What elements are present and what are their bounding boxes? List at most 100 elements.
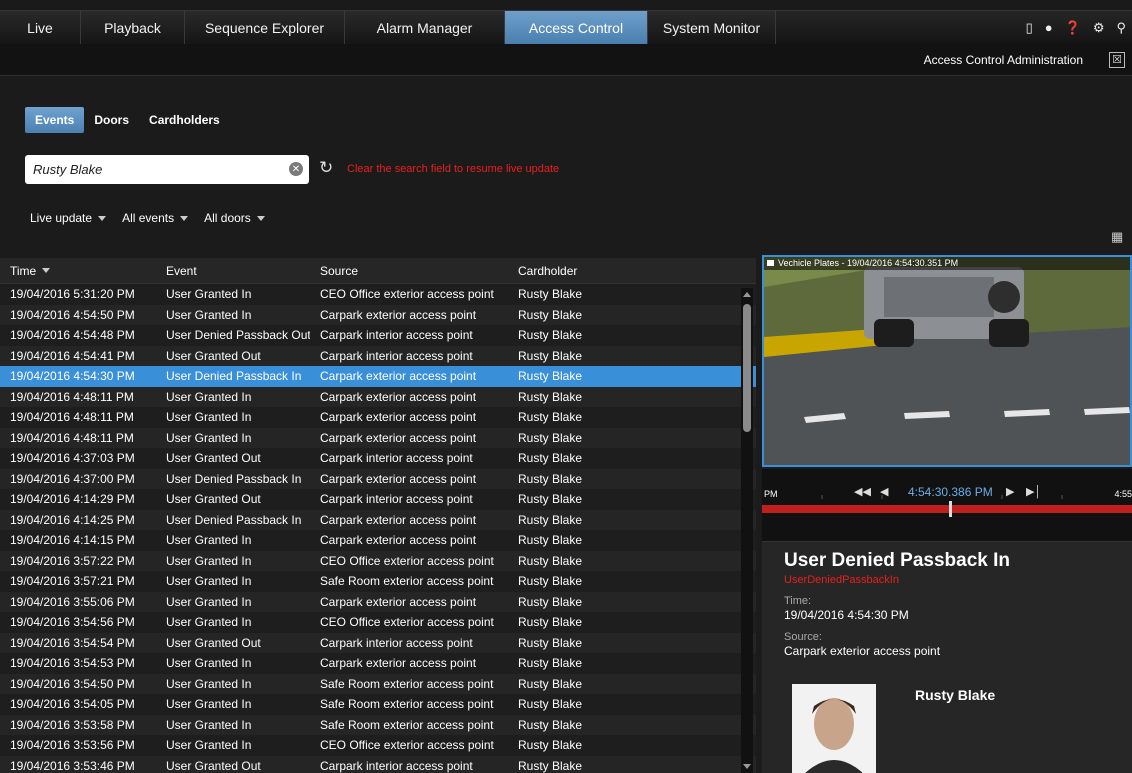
cell-cardholder: Rusty Blake [518,307,583,322]
recording-bar[interactable] [762,505,1132,513]
subtab-doors[interactable]: Doors [84,107,139,133]
table-row[interactable]: 19/04/2016 3:57:21 PM User Granted In Safe… [0,571,756,592]
cell-cardholder: Rusty Blake [518,615,583,630]
pin-icon[interactable]: ● [1045,20,1053,35]
cell-event: User Granted Out [166,492,261,507]
table-row[interactable]: 19/04/2016 3:57:22 PM User Granted In CEO … [0,550,756,571]
cell-cardholder: Rusty Blake [518,328,583,343]
time-label: Time: [784,595,812,607]
table-row[interactable]: 19/04/2016 4:14:25 PM User Denied Passbac… [0,509,756,530]
layout-icon[interactable]: ▦ [1111,229,1123,245]
cell-time: 19/04/2016 4:54:41 PM [10,348,135,363]
play-icon[interactable]: ▶ [1006,485,1014,498]
table-row[interactable]: 19/04/2016 4:54:41 PM User Granted Out Car… [0,345,756,366]
table-row[interactable]: 19/04/2016 3:55:06 PM User Granted In Carp… [0,591,756,612]
table-row[interactable]: 19/04/2016 3:54:53 PM User Granted In Carp… [0,653,756,674]
scroll-up-icon[interactable] [743,292,751,297]
cell-cardholder: Rusty Blake [518,676,583,691]
gear-icon[interactable]: ⚙ [1093,20,1105,36]
cell-event: User Granted In [166,676,252,691]
details-panel: Vechicle Plates - 19/04/2016 4:54:30.351… [762,255,1132,773]
doors-dropdown[interactable]: All doors [204,211,265,225]
camera-icon [767,260,774,266]
source-label: Source: [784,631,822,643]
table-row[interactable]: 19/04/2016 3:54:54 PM User Granted Out Car… [0,632,756,653]
table-row[interactable]: 19/04/2016 4:54:48 PM User Denied Passbac… [0,325,756,346]
filter-bar: Live update All events All doors [30,211,265,225]
cell-source: CEO Office exterior access point [320,287,494,302]
table-row[interactable]: 19/04/2016 4:48:11 PM User Granted In Carp… [0,386,756,407]
tab-live[interactable]: Live [0,10,81,44]
playback-timeline[interactable]: PM ◀◀ ◀ 4:54:30.386 PM ▶ ▶│ 4:55 [762,469,1132,541]
cell-event: User Granted In [166,553,252,568]
refresh-icon[interactable]: ↻ [319,158,333,178]
table-row[interactable]: 19/04/2016 3:53:58 PM User Granted In Safe… [0,714,756,735]
subtab-events[interactable]: Events [25,107,85,133]
cell-time: 19/04/2016 4:37:00 PM [10,471,135,486]
cell-cardholder: Rusty Blake [518,410,583,425]
subtab-cardholders[interactable]: Cardholders [139,107,230,133]
video-preview[interactable]: Vechicle Plates - 19/04/2016 4:54:30.351… [762,255,1132,467]
column-source[interactable]: Source [310,264,508,278]
cell-event: User Granted In [166,656,252,671]
table-row[interactable]: 19/04/2016 4:48:11 PM User Granted In Carp… [0,407,756,428]
column-cardholder[interactable]: Cardholder [508,264,728,278]
scroll-down-icon[interactable] [743,764,751,769]
table-row[interactable]: 19/04/2016 4:54:50 PM User Granted In Carp… [0,304,756,325]
admin-bar: Access Control Administration ☒ [0,44,1132,76]
clear-icon[interactable]: ✕ [289,162,303,176]
table-row[interactable]: 19/04/2016 4:37:00 PM User Denied Passbac… [0,468,756,489]
table-row[interactable]: 19/04/2016 3:54:05 PM User Granted In Safe… [0,694,756,715]
admin-title[interactable]: Access Control Administration [924,53,1083,67]
table-row[interactable]: 19/04/2016 3:54:56 PM User Granted In CEO … [0,612,756,633]
cell-event: User Granted In [166,697,252,712]
table-row[interactable]: 19/04/2016 3:53:56 PM User Granted In CEO … [0,735,756,756]
table-row[interactable]: 19/04/2016 3:54:50 PM User Granted In Safe… [0,673,756,694]
chevron-down-icon [98,215,107,221]
cell-cardholder: Rusty Blake [518,717,583,732]
maximize-icon[interactable]: ☒ [1109,51,1125,68]
source-value: Carpark exterior access point [784,644,941,658]
scroll-thumb[interactable] [743,304,751,432]
table-row[interactable]: 19/04/2016 5:31:20 PM User Granted In CEO … [0,284,756,305]
events-dropdown[interactable]: All events [122,211,189,225]
column-time[interactable]: Time [0,264,156,278]
step-back-icon[interactable]: ◀ [880,485,888,498]
cell-source: Carpark exterior access point [320,512,477,527]
plug-icon[interactable]: ▯ [1026,20,1033,36]
cell-source: Carpark exterior access point [320,471,477,486]
tab-system-monitor[interactable]: System Monitor [648,10,776,44]
table-row[interactable]: 19/04/2016 4:14:15 PM User Granted In Carp… [0,530,756,551]
table-row[interactable]: 19/04/2016 4:48:11 PM User Granted In Carp… [0,427,756,448]
playhead[interactable] [949,501,952,517]
help-icon[interactable]: ❓ [1065,20,1081,36]
cell-time: 19/04/2016 3:57:21 PM [10,574,135,589]
table-scrollbar[interactable] [741,288,753,773]
tab-playback[interactable]: Playback [81,10,185,44]
table-row[interactable]: 19/04/2016 4:37:03 PM User Granted Out Car… [0,448,756,469]
tab-access-control[interactable]: Access Control [505,10,648,44]
event-title: User Denied Passback In [784,550,1010,571]
search-input[interactable] [25,155,265,184]
tab-alarm-manager[interactable]: Alarm Manager [345,10,505,44]
toolbar-icons: ▯ ● ❓ ⚙ ⚲ [776,10,1132,44]
cell-cardholder: Rusty Blake [518,553,583,568]
tab-sequence-explorer[interactable]: Sequence Explorer [185,10,345,44]
column-event[interactable]: Event [156,264,310,278]
cell-cardholder: Rusty Blake [518,635,583,650]
table-row[interactable]: 19/04/2016 4:14:29 PM User Granted Out Car… [0,489,756,510]
cell-cardholder: Rusty Blake [518,758,583,773]
sort-desc-icon [42,268,51,273]
cell-event: User Granted In [166,533,252,548]
key-icon[interactable]: ⚲ [1116,20,1126,36]
live-update-dropdown[interactable]: Live update [30,211,107,225]
skip-back-icon[interactable]: ◀◀ [854,485,871,498]
step-forward-icon[interactable]: ▶│ [1026,485,1041,498]
cell-source: Carpark exterior access point [320,410,477,425]
cell-event: User Granted Out [166,451,261,466]
table-row[interactable]: 19/04/2016 3:53:46 PM User Granted Out Car… [0,755,756,773]
cell-event: User Denied Passback Out [166,328,310,343]
current-time: 4:54:30.386 PM [908,485,993,499]
cell-time: 19/04/2016 4:54:50 PM [10,307,135,322]
table-row[interactable]: 19/04/2016 4:54:30 PM User Denied Passbac… [0,366,756,387]
